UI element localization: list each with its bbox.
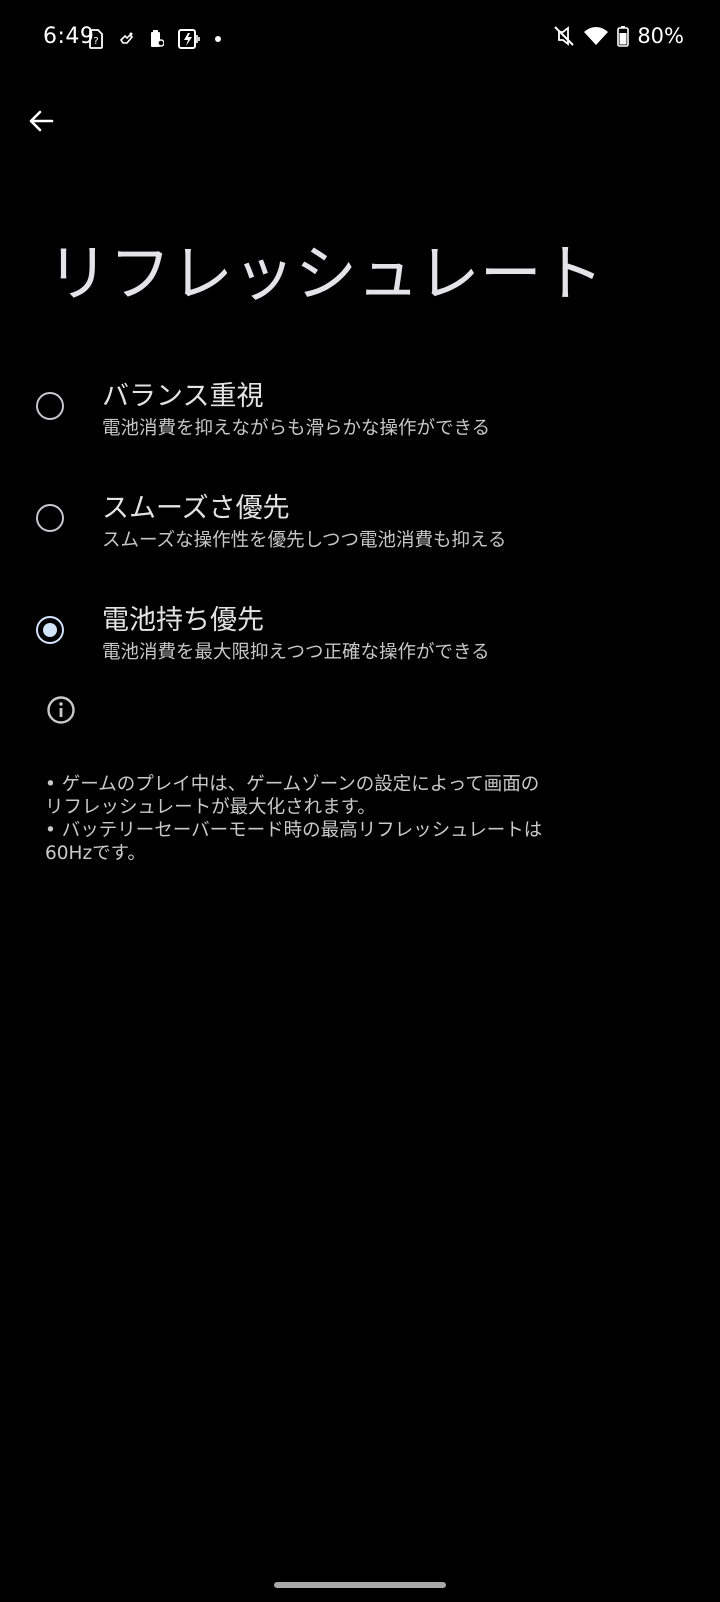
- battery-charging-icon: [617, 26, 630, 47]
- battery-percentage: 80%: [637, 24, 684, 48]
- sim-question-icon: ?: [89, 29, 103, 49]
- battery-saver-icon: [178, 29, 200, 49]
- gesture-nav-handle[interactable]: [274, 1582, 446, 1588]
- radio-button-selected[interactable]: [36, 616, 64, 644]
- svg-text:?: ?: [93, 36, 98, 47]
- option-title: バランス重視: [102, 381, 264, 412]
- option-battery[interactable]: 電池持ち優先 電池消費を最大限抑えつつ正確な操作ができる: [0, 594, 720, 704]
- status-system-icons: 80%: [553, 24, 684, 48]
- footer-notes: • ゲームのプレイ中は、ゲームゾーンの設定によって画面の リフレッシュレートが最…: [45, 773, 605, 865]
- option-summary: スムーズな操作性を優先しつつ電池消費も抑える: [102, 530, 507, 551]
- radio-button[interactable]: [36, 504, 64, 532]
- back-button[interactable]: [18, 98, 64, 144]
- option-title: 電池持ち優先: [102, 605, 264, 636]
- option-summary: 電池消費を抑えながらも滑らかな操作ができる: [102, 418, 491, 439]
- option-title: スムーズさ優先: [102, 493, 290, 524]
- option-summary: 電池消費を最大限抑えつつ正確な操作ができる: [102, 642, 490, 663]
- battery-alert-icon: [151, 30, 164, 47]
- radio-button[interactable]: [36, 392, 64, 420]
- dot-icon: [215, 36, 221, 42]
- option-smooth[interactable]: スムーズさ優先 スムーズな操作性を優先しつつ電池消費も抑える: [0, 482, 720, 592]
- option-balanced[interactable]: バランス重視 電池消費を抑えながらも滑らかな操作ができる: [0, 370, 720, 480]
- footer-note: • ゲームのプレイ中は、ゲームゾーンの設定によって画面の リフレッシュレートが最…: [45, 774, 540, 818]
- vibrate-off-icon: [554, 26, 575, 46]
- hand-wave-icon: [119, 32, 134, 44]
- info-icon: [47, 696, 75, 724]
- footer-note: • バッテリーセーバーモード時の最高リフレッシュレートは 60Hzです。: [45, 820, 543, 864]
- status-bar: 6:49 ? 80%: [0, 0, 720, 80]
- arrow-back-icon: [29, 110, 54, 132]
- page-title: リフレッシュレート: [47, 237, 604, 310]
- wifi-icon: [584, 27, 609, 45]
- status-time: 6:49: [43, 24, 95, 49]
- status-notification-icons: ?: [88, 28, 222, 50]
